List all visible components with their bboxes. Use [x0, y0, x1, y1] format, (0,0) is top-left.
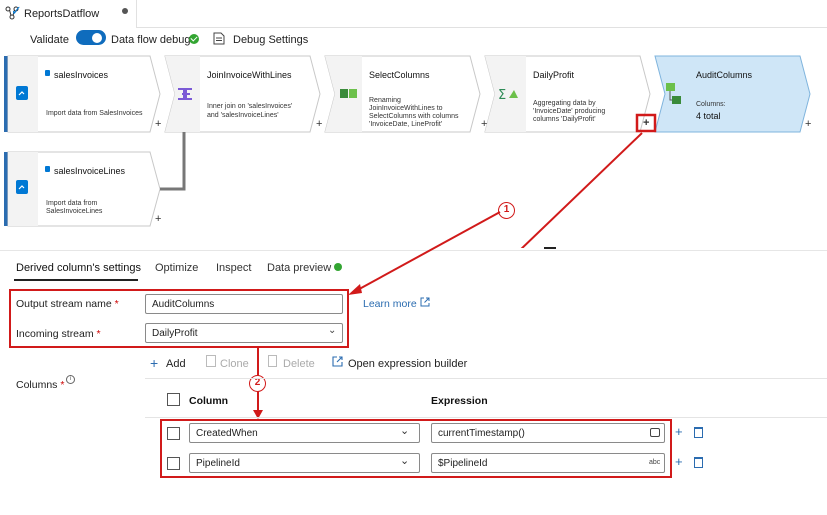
chevron-down-icon: ⌄	[400, 425, 410, 437]
tab-title: ReportsDatflow	[24, 8, 100, 20]
connector-line	[160, 132, 186, 191]
incoming-stream-select[interactable]: DailyProfit	[145, 323, 343, 343]
output-stream-label: Output stream name *	[16, 298, 119, 310]
add-icon: +	[150, 355, 159, 371]
open-expression-builder-button[interactable]: Open expression builder	[348, 358, 467, 370]
add-row-icon[interactable]: +	[675, 454, 683, 469]
output-stream-input[interactable]: AuditColumns	[145, 294, 343, 314]
type-badge: abc	[649, 459, 661, 466]
debug-settings-icon	[213, 32, 225, 45]
add-transform-button[interactable]: +	[155, 118, 161, 130]
columns-label: Columns:	[696, 101, 726, 108]
add-transform-button[interactable]: +	[155, 213, 161, 225]
svg-text:Σ: Σ	[498, 88, 506, 103]
node-description: columns 'DailyProfit'	[533, 116, 596, 123]
tab-derived-settings[interactable]: Derived column's settings	[16, 262, 141, 274]
add-transform-button[interactable]: +	[316, 118, 322, 130]
validate-button[interactable]: Validate	[30, 34, 69, 46]
external-link-icon	[420, 297, 430, 307]
node-description: Import data from SalesInvoices	[46, 110, 143, 117]
active-tab-indicator	[14, 279, 138, 281]
column-name-select[interactable]: CreatedWhen	[189, 423, 420, 443]
trash-icon[interactable]	[694, 457, 703, 468]
node-description: 'InvoiceDate, LineProfit'	[369, 121, 443, 128]
unsaved-dot-icon	[122, 8, 128, 14]
callout-arrow	[348, 211, 501, 295]
debug-settings-button[interactable]: Debug Settings	[233, 34, 308, 46]
trash-icon[interactable]	[694, 427, 703, 438]
delete-button[interactable]: Delete	[283, 358, 315, 370]
expression-input[interactable]: currentTimestamp()	[431, 423, 665, 443]
node-description: SalesInvoiceLines	[46, 208, 103, 215]
tab-inspect[interactable]: Inspect	[216, 262, 251, 274]
toggle-knob	[92, 33, 102, 43]
add-transform-button[interactable]: +	[481, 118, 487, 130]
learn-more-link[interactable]: Learn more	[363, 298, 417, 310]
chevron-down-icon: ⌄	[400, 455, 410, 467]
node-title[interactable]: SelectColumns	[369, 70, 430, 80]
column-name-select[interactable]: PipelineId	[189, 453, 420, 473]
clone-button[interactable]: Clone	[220, 358, 249, 370]
column-header: Column	[189, 395, 229, 407]
node-description: and 'salesInvoiceLines'	[207, 112, 279, 119]
debug-status-icon	[189, 34, 199, 44]
expression-builder-icon[interactable]	[650, 428, 660, 437]
node-title[interactable]: AuditColumns	[696, 70, 752, 80]
expression-header: Expression	[431, 395, 488, 407]
row-checkbox[interactable]	[167, 427, 180, 440]
node-title[interactable]: DailyProfit	[533, 70, 574, 80]
node-title[interactable]: salesInvoiceLines	[54, 166, 125, 176]
columns-count: 4 total	[696, 111, 721, 121]
checkmark-icon: ✓	[11, 3, 22, 18]
node-title[interactable]: JoinInvoiceWithLines	[207, 70, 292, 80]
delete-icon	[268, 355, 277, 367]
clone-icon	[206, 355, 216, 367]
tab-data-preview[interactable]: Data preview	[267, 262, 331, 274]
select-all-checkbox[interactable]	[167, 393, 180, 406]
add-transform-button[interactable]: +	[805, 118, 811, 130]
expression-builder-icon	[332, 356, 343, 367]
resize-handle[interactable]	[544, 247, 556, 249]
row-checkbox[interactable]	[167, 457, 180, 470]
info-icon: i	[66, 375, 75, 384]
table-divider	[145, 378, 827, 379]
add-column-button[interactable]: Add	[166, 358, 186, 370]
node-accent-bar	[4, 56, 8, 132]
expression-input[interactable]: $PipelineId	[431, 453, 665, 473]
table-divider	[145, 417, 827, 418]
chevron-down-icon: ⌄	[328, 325, 337, 336]
tab-optimize[interactable]: Optimize	[155, 262, 198, 274]
add-row-icon[interactable]: +	[675, 424, 683, 439]
debug-label: Data flow debug	[111, 34, 191, 46]
add-transform-button[interactable]: +	[643, 117, 649, 129]
columns-label: Columns *	[16, 379, 65, 391]
incoming-stream-label: Incoming stream *	[16, 328, 101, 340]
node-description: Inner join on 'salesInvoices'	[207, 103, 293, 110]
node-auditcolumns	[654, 55, 811, 133]
node-title[interactable]: salesInvoices	[54, 70, 108, 80]
